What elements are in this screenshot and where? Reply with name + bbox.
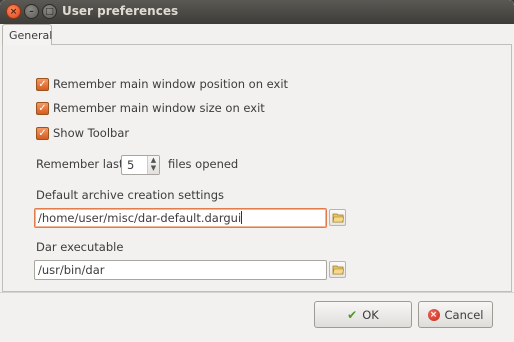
ok-button[interactable]: ✔ OK [314,301,412,328]
remember-last-label: Remember last [36,157,124,171]
archive-settings-label: Default archive creation settings [36,188,225,202]
remember-position-option[interactable]: ✓ Remember main window position on exit [36,77,288,91]
dar-executable-label: Dar executable [36,240,124,254]
tab-general[interactable]: General [2,24,52,45]
archive-settings-value: /home/user/misc/dar-default.dargui [38,211,242,225]
dar-executable-value: /usr/bin/dar [38,263,105,277]
dar-executable-input[interactable]: /usr/bin/dar [34,260,327,280]
cancel-button[interactable]: × Cancel [418,301,493,328]
button-area-divider [0,292,514,293]
show-toolbar-option[interactable]: ✓ Show Toolbar [36,126,129,140]
cancel-icon: × [427,308,440,321]
remember-size-label: Remember main window size on exit [53,101,265,115]
ok-button-label: OK [362,307,379,322]
preferences-window: × – □ User preferences General ✓ Remembe… [0,0,514,342]
dar-executable-browse-button[interactable] [329,261,346,278]
checkmark-icon: ✔ [347,307,358,322]
files-opened-label: files opened [168,157,239,171]
show-toolbar-checkbox[interactable]: ✓ [36,126,49,140]
text-caret [241,211,243,224]
files-count-spinner[interactable]: 5 ▲ ▼ [121,155,160,175]
maximize-window-button[interactable]: □ [42,4,57,19]
title-bar[interactable]: × – □ User preferences [0,0,514,24]
remember-size-option[interactable]: ✓ Remember main window size on exit [36,101,265,115]
close-window-button[interactable]: × [6,4,21,19]
archive-settings-input[interactable]: /home/user/misc/dar-default.dargui [34,208,327,228]
remember-size-checkbox[interactable]: ✓ [36,101,49,115]
minimize-window-button[interactable]: – [24,4,39,19]
show-toolbar-label: Show Toolbar [53,126,130,140]
remember-position-checkbox[interactable]: ✓ [36,77,49,91]
archive-settings-browse-button[interactable] [329,209,346,226]
folder-open-icon [332,213,344,223]
files-count-value[interactable]: 5 [127,158,134,172]
cancel-button-label: Cancel [444,307,484,322]
folder-open-icon [332,265,344,275]
spinner-arrows-icon[interactable]: ▲ ▼ [147,156,159,174]
remember-position-label: Remember main window position on exit [53,77,289,91]
window-title: User preferences [62,4,179,18]
